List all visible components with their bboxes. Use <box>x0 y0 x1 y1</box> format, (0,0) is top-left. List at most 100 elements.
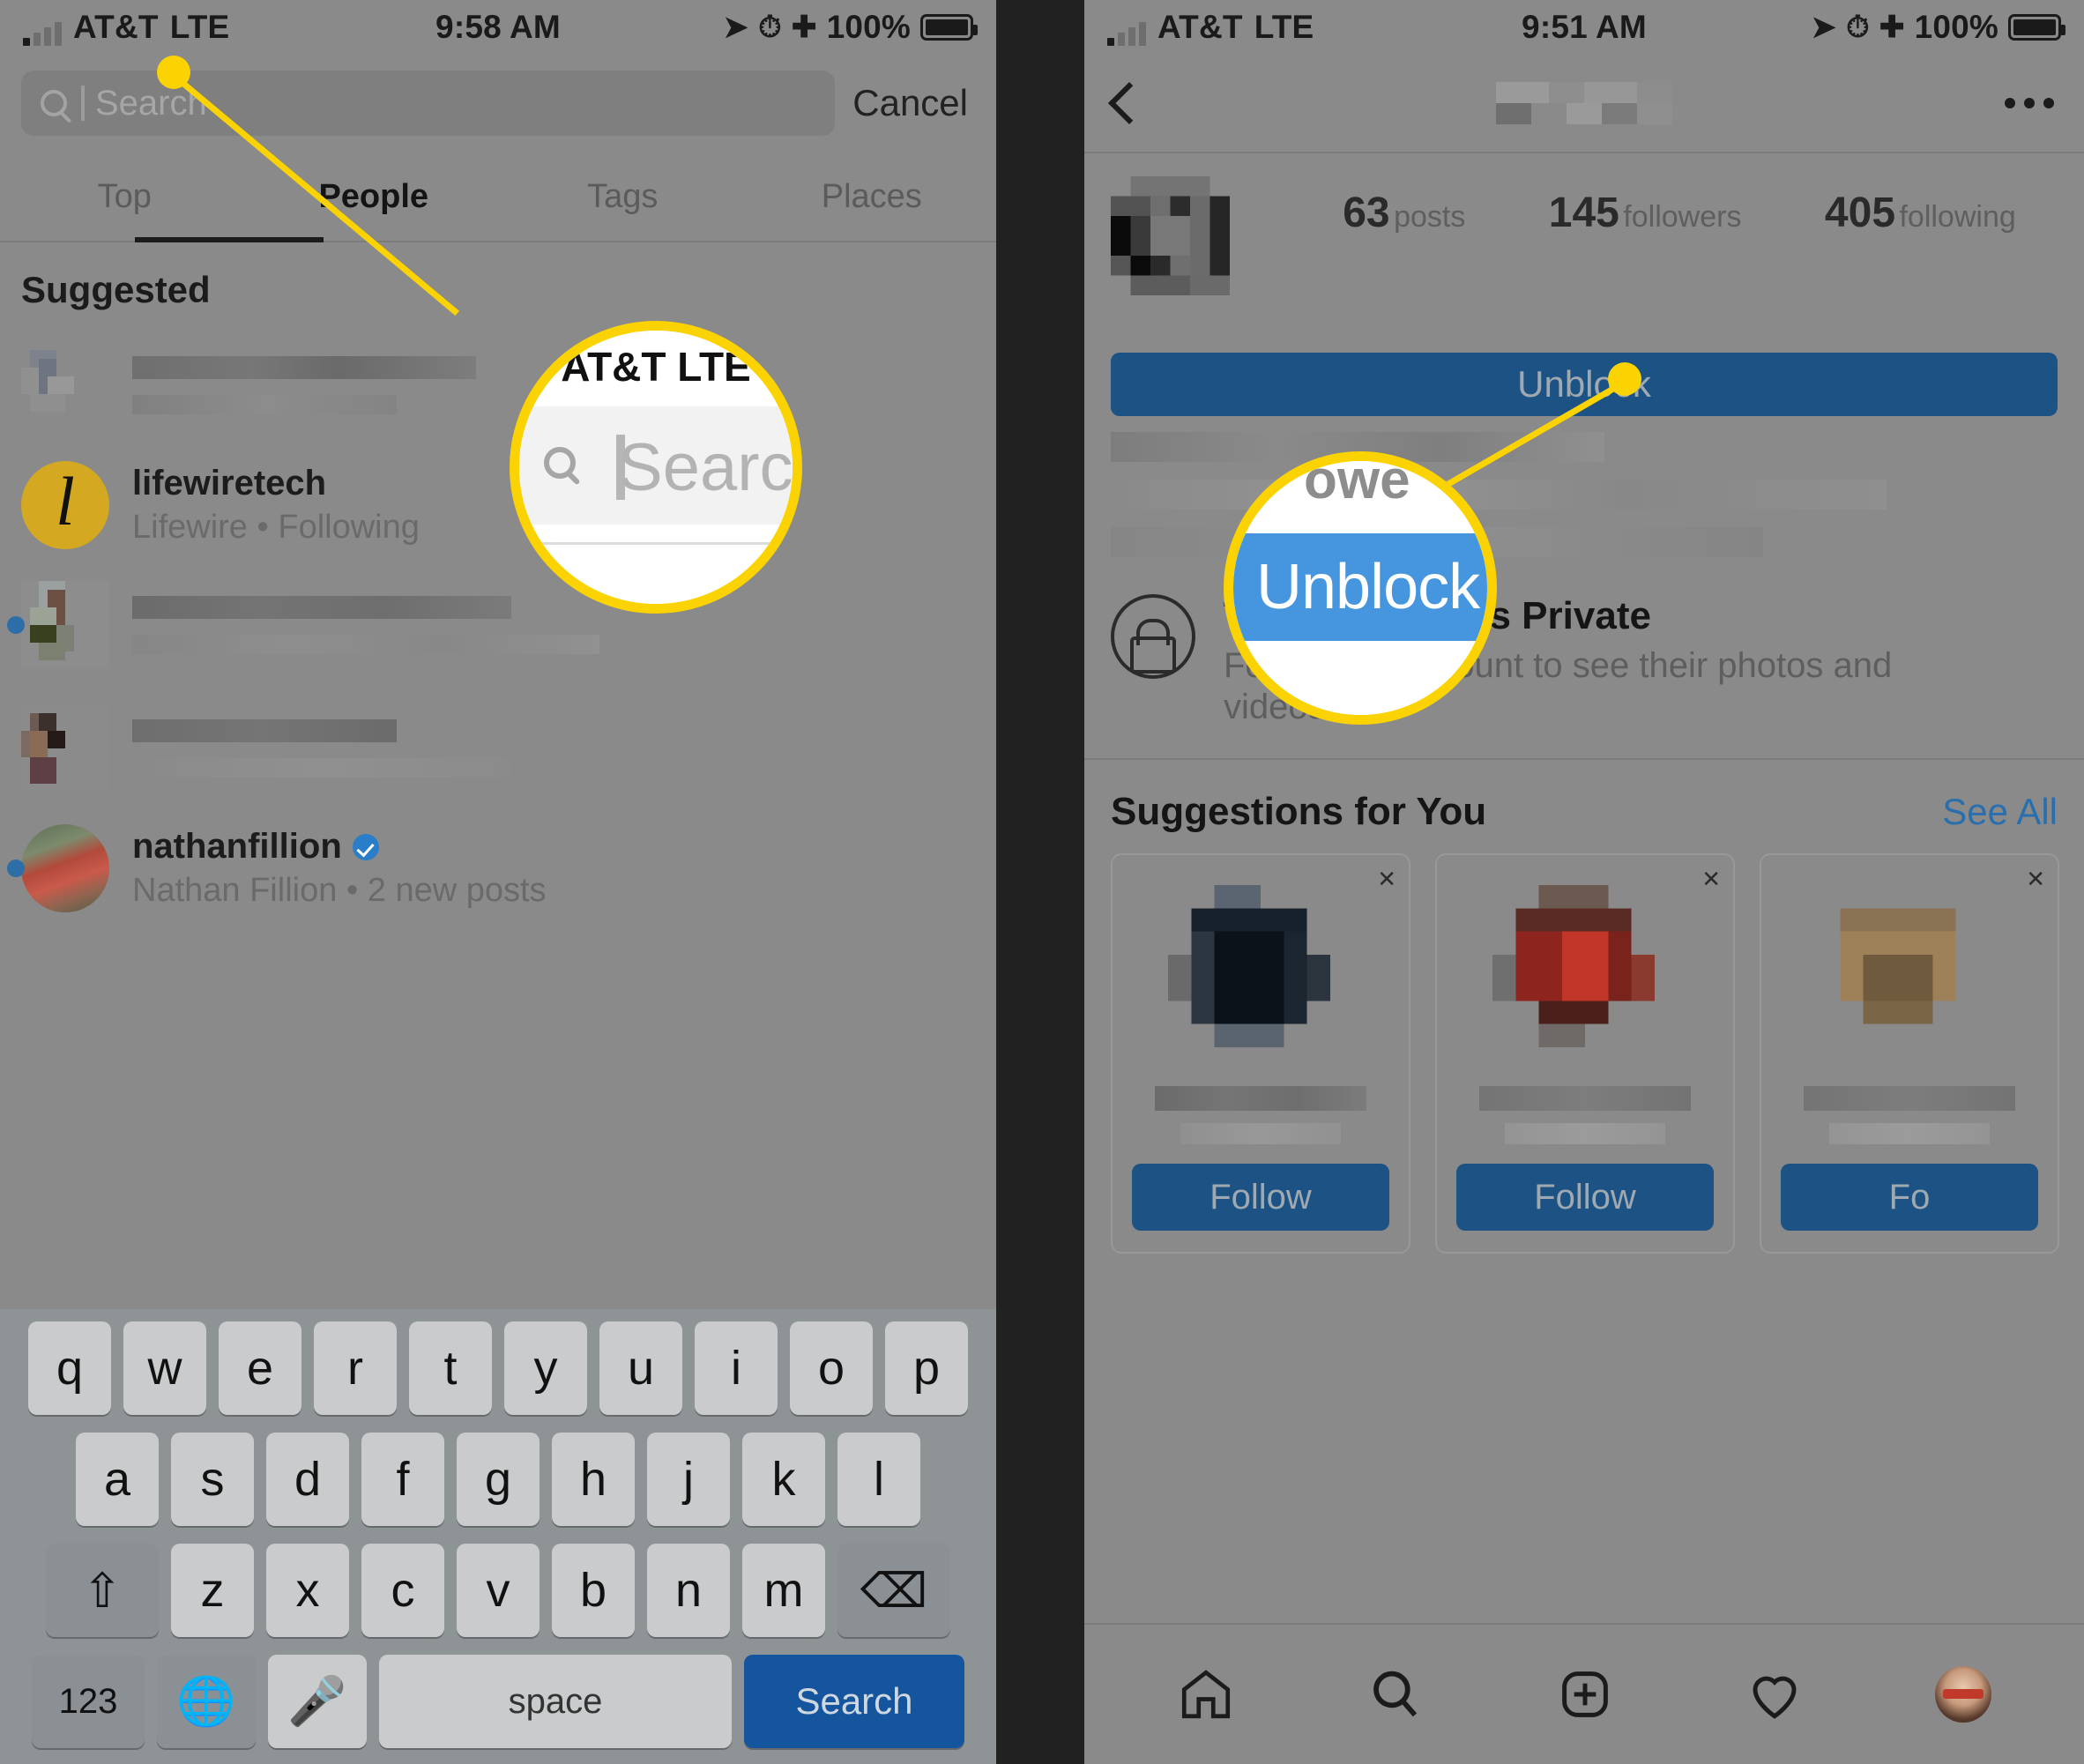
battery-icon <box>920 14 978 41</box>
key-g[interactable]: g <box>457 1433 540 1526</box>
profile-avatar-icon[interactable] <box>1935 1666 1992 1723</box>
network-label: LTE <box>1254 9 1314 45</box>
battery-percent-label: 100% <box>826 9 911 45</box>
following-label: following <box>1899 200 2016 234</box>
avatar <box>1817 885 2002 1071</box>
status-left-group: AT&T LTE <box>23 9 229 46</box>
keyboard-row-3: ⇧ z x c v b n m ⌫ <box>7 1544 989 1637</box>
search-icon <box>41 90 67 116</box>
list-item-text <box>132 596 599 654</box>
key-l[interactable]: l <box>837 1433 920 1526</box>
profile-avatar[interactable] <box>1111 176 1269 335</box>
bottom-tab-bar <box>1084 1623 2084 1764</box>
key-x[interactable]: x <box>266 1544 349 1637</box>
globe-language-icon[interactable]: 🌐 <box>157 1655 256 1748</box>
space-key[interactable]: space <box>379 1655 732 1748</box>
suggestion-card[interactable]: ✕ Follow <box>1111 853 1410 1254</box>
suggestion-cards: ✕ Follow ✕ Follow ✕ Fo <box>1084 853 2084 1254</box>
key-k[interactable]: k <box>742 1433 825 1526</box>
key-o[interactable]: o <box>790 1321 873 1415</box>
backspace-delete-icon[interactable]: ⌫ <box>837 1544 950 1637</box>
location-arrow-icon: ➤ <box>1811 11 1837 44</box>
key-b[interactable]: b <box>552 1544 635 1637</box>
add-post-icon[interactable] <box>1556 1665 1614 1723</box>
search-input[interactable]: Search <box>21 71 836 136</box>
tab-places[interactable]: Places <box>748 155 997 242</box>
follow-button[interactable]: Follow <box>1456 1164 1714 1232</box>
status-left-group: AT&T LTE <box>1107 9 1314 46</box>
close-x-icon[interactable]: ✕ <box>2026 866 2045 893</box>
list-item-text: lifewiretech Lifewire • Following <box>132 464 420 547</box>
key-v[interactable]: v <box>457 1544 540 1637</box>
follow-button[interactable]: Follow <box>1132 1164 1389 1232</box>
followers-label: followers <box>1623 200 1742 234</box>
key-s[interactable]: s <box>171 1433 254 1526</box>
suggestion-card[interactable]: ✕ Fo <box>1435 853 1735 1254</box>
right-status-bar: AT&T LTE 9:51 AM ➤ ⏱ ✚ 100% <box>1084 0 2084 55</box>
key-d[interactable]: d <box>266 1433 349 1526</box>
close-x-icon[interactable]: ✕ <box>1701 866 1721 893</box>
list-item[interactable] <box>0 687 996 810</box>
close-x-icon[interactable]: ✕ <box>1377 866 1396 893</box>
key-h[interactable]: h <box>552 1433 635 1526</box>
posts-count: 63 <box>1343 190 1390 236</box>
heart-activity-icon[interactable] <box>1745 1665 1804 1723</box>
stat-followers[interactable]: 145 followers <box>1549 190 1742 335</box>
avatar <box>1492 885 1678 1071</box>
tab-tags[interactable]: Tags <box>498 155 748 242</box>
keyboard-row-2: a s d f g h j k l <box>7 1433 989 1526</box>
magnified-unblock-label: Unblock <box>1256 552 1480 622</box>
key-n[interactable]: n <box>647 1544 730 1637</box>
key-c[interactable]: c <box>361 1544 444 1637</box>
list-item[interactable] <box>0 563 996 687</box>
numbers-key[interactable]: 123 <box>32 1655 145 1748</box>
battery-percent-label: 100% <box>1914 9 1998 45</box>
key-j[interactable]: j <box>647 1433 730 1526</box>
chevron-left-icon[interactable] <box>1107 81 1151 125</box>
active-tab-indicator <box>134 237 324 242</box>
suggested-heading: Suggested <box>21 269 211 310</box>
ellipsis-horizontal-icon[interactable] <box>2005 98 2054 108</box>
shift-up-arrow-icon[interactable]: ⇧ <box>46 1544 159 1637</box>
microphone-icon[interactable]: 🎤 <box>268 1655 367 1748</box>
list-item[interactable]: nathanfillion Nathan Fillion • 2 new pos… <box>0 810 996 927</box>
key-y[interactable]: y <box>504 1321 587 1415</box>
follow-button[interactable]: Fo <box>1781 1164 2038 1232</box>
screenshot-stage: AT&T LTE 9:58 AM ➤ ⏱ ✚ 100% Search Cance… <box>0 0 2084 1764</box>
home-icon[interactable] <box>1177 1665 1235 1723</box>
cancel-button[interactable]: Cancel <box>852 82 975 124</box>
key-m[interactable]: m <box>742 1544 825 1637</box>
stat-following[interactable]: 405 following <box>1825 190 2016 335</box>
key-a[interactable]: a <box>76 1433 159 1526</box>
tab-top[interactable]: Top <box>0 155 249 242</box>
see-all-link[interactable]: See All <box>1942 791 2058 833</box>
subtitle-label: Lifewire • Following <box>132 509 420 546</box>
suggestion-card[interactable]: ✕ Fo <box>1760 853 2059 1254</box>
stat-posts[interactable]: 63 posts <box>1343 190 1465 335</box>
bio-line-2 <box>1111 480 1887 510</box>
key-w[interactable]: w <box>123 1321 206 1415</box>
search-icon[interactable] <box>1366 1665 1425 1723</box>
card-name-placeholder <box>1479 1086 1691 1112</box>
username-placeholder <box>132 596 511 619</box>
key-e[interactable]: e <box>219 1321 301 1415</box>
key-q[interactable]: q <box>28 1321 111 1415</box>
list-item-text <box>132 356 476 414</box>
carrier-label: AT&T <box>73 9 159 45</box>
subtitle-placeholder <box>132 635 599 654</box>
callout-anchor-point <box>1608 362 1641 396</box>
key-t[interactable]: t <box>409 1321 492 1415</box>
followers-count: 145 <box>1548 190 1619 236</box>
search-key[interactable]: Search <box>744 1655 964 1748</box>
key-p[interactable]: p <box>885 1321 968 1415</box>
key-z[interactable]: z <box>171 1544 254 1637</box>
left-phone-screen: AT&T LTE 9:58 AM ➤ ⏱ ✚ 100% Search Cance… <box>0 0 996 1764</box>
key-f[interactable]: f <box>361 1433 444 1526</box>
list-item[interactable]: l lifewiretech Lifewire • Following <box>0 447 996 563</box>
key-u[interactable]: u <box>599 1321 682 1415</box>
avatar <box>21 704 109 793</box>
unread-dot <box>7 860 25 877</box>
list-item[interactable] <box>0 324 996 447</box>
key-r[interactable]: r <box>314 1321 397 1415</box>
key-i[interactable]: i <box>695 1321 778 1415</box>
